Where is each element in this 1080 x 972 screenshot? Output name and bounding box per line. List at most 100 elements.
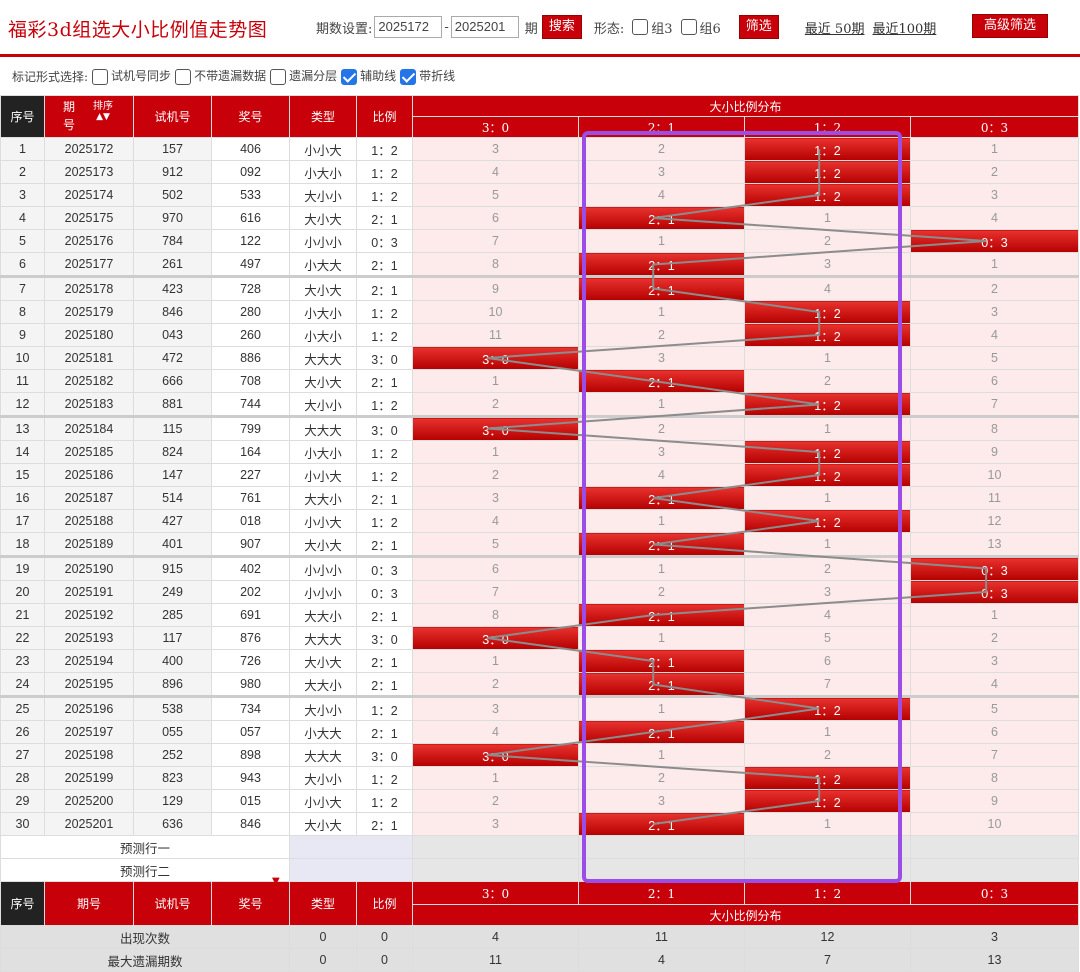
ratio-hit-cell: 0：3 xyxy=(909,580,1080,604)
stats-label: 最大遗漏期数 xyxy=(0,948,290,972)
filter-button[interactable]: 筛选 xyxy=(738,15,779,39)
row-seq: 2 xyxy=(0,160,45,184)
period-label: 期数设置: xyxy=(316,21,373,37)
predict-row-1-cell[interactable] xyxy=(412,835,579,859)
miss-cell: 2 xyxy=(578,416,745,441)
ratio-hit-cell: 1：2 xyxy=(744,183,911,207)
search-button[interactable]: 搜索 xyxy=(541,15,582,39)
predict-row-1-cell[interactable] xyxy=(909,835,1080,859)
row-type: 小大小 xyxy=(289,300,357,324)
row-prize: 744 xyxy=(211,392,290,418)
period-from-input[interactable]: 2025172 xyxy=(374,16,443,38)
ratio-hit-cell: 2：1 xyxy=(578,369,745,393)
foot-type: 类型 xyxy=(289,881,357,926)
row-type: 大小大 xyxy=(289,276,357,301)
predict-row-2-cell[interactable] xyxy=(744,858,911,882)
ratio-hit-cell: 1：2 xyxy=(744,696,911,721)
miss-cell: 3 xyxy=(412,696,579,721)
period-to-input[interactable]: 2025201 xyxy=(450,16,519,38)
predict-row-2-cell[interactable] xyxy=(412,858,579,882)
predict-row-2-cell[interactable] xyxy=(909,858,1080,882)
row-trial: 846 xyxy=(133,300,212,324)
row-type: 大小小 xyxy=(289,183,357,207)
group3-checkbox[interactable] xyxy=(632,19,649,35)
miss-cell: 2 xyxy=(909,626,1080,650)
row-trial: 115 xyxy=(133,416,212,441)
row-ratio: 1：2 xyxy=(356,323,413,347)
table-row: 11 2025182 666 708 大小大 2：1 1 2：1 2 6 xyxy=(0,369,1080,393)
sort-arrows-icon: ▲▼ xyxy=(96,112,110,122)
miss-cell: 1 xyxy=(744,206,911,230)
predict-row-1-cell[interactable] xyxy=(578,835,745,859)
row-type: 大大小 xyxy=(289,672,357,698)
ratio-hit-cell: 0：3 xyxy=(909,229,1080,253)
period-dash: - xyxy=(444,19,449,35)
row-type: 小大小 xyxy=(289,160,357,184)
ratio-hit-cell: 2：1 xyxy=(578,532,745,558)
row-ratio: 1：2 xyxy=(356,183,413,207)
table-row: 21 2025192 285 691 大大小 2：1 8 2：1 4 1 xyxy=(0,603,1080,627)
table-row: 10 2025181 472 886 大大大 3：0 3：0 3 1 5 xyxy=(0,346,1080,370)
row-ratio: 1：2 xyxy=(356,696,413,721)
miss-cell: 6 xyxy=(412,556,579,581)
foot-prize: 奖号 xyxy=(211,881,290,926)
row-seq: 30 xyxy=(0,812,45,836)
miss-cell: 8 xyxy=(909,416,1080,441)
header-col-03: 0：3 xyxy=(909,116,1080,138)
mark-option-checkbox[interactable] xyxy=(92,68,109,85)
foot-period: 期号 xyxy=(44,881,134,926)
row-period: 2025195 xyxy=(44,672,134,698)
row-period: 2025186 xyxy=(44,463,134,487)
group6-checkbox[interactable] xyxy=(680,19,697,35)
stats-value: 11 xyxy=(578,925,745,949)
mark-option-checkbox[interactable] xyxy=(341,68,358,85)
row-seq: 5 xyxy=(0,229,45,253)
table-row: 16 2025187 514 761 大大小 2：1 3 2：1 1 11 xyxy=(0,486,1080,510)
foot-col-12: 1：2 xyxy=(744,881,911,905)
mark-option-checkbox[interactable] xyxy=(175,68,192,85)
row-type: 小大大 xyxy=(289,252,357,278)
row-seq: 23 xyxy=(0,649,45,673)
miss-cell: 8 xyxy=(412,252,579,278)
sort-button[interactable]: 排序 ▲▼ xyxy=(93,102,113,123)
row-period: 2025179 xyxy=(44,300,134,324)
table-row: 13 2025184 115 799 大大大 3：0 3：0 2 1 8 xyxy=(0,416,1080,441)
row-ratio: 3：0 xyxy=(356,346,413,370)
miss-cell: 6 xyxy=(744,649,911,673)
row-seq: 4 xyxy=(0,206,45,230)
predict-row-2-type[interactable] xyxy=(289,858,413,882)
row-trial: 666 xyxy=(133,369,212,393)
recent-100-link[interactable]: 最近100期 xyxy=(872,18,936,37)
group3-label: 组3 xyxy=(651,21,673,37)
miss-cell: 1 xyxy=(744,416,911,441)
row-ratio: 0：3 xyxy=(356,229,413,253)
table-row: 15 2025186 147 227 小小大 1：2 2 4 1：2 10 xyxy=(0,463,1080,487)
row-type: 小大大 xyxy=(289,720,357,744)
row-type: 大小大 xyxy=(289,206,357,230)
miss-cell: 1 xyxy=(744,720,911,744)
miss-cell: 3 xyxy=(909,649,1080,673)
row-period: 2025174 xyxy=(44,183,134,207)
table-row: 27 2025198 252 898 大大大 3：0 3：0 1 2 7 xyxy=(0,743,1080,767)
miss-cell: 2 xyxy=(578,137,745,161)
row-ratio: 1：2 xyxy=(356,766,413,790)
mark-options-bar: 标记形式选择: 试机号同步 不带遗漏数据 遗漏分层 辅助线 带折线 xyxy=(0,57,1080,95)
miss-cell: 4 xyxy=(412,509,579,533)
row-prize: 876 xyxy=(211,626,290,650)
mark-option-checkbox[interactable] xyxy=(400,68,417,85)
ratio-hit-cell: 2：1 xyxy=(578,486,745,510)
mark-option-checkbox[interactable] xyxy=(270,68,287,85)
predict-row-1-type[interactable] xyxy=(289,835,413,859)
miss-cell: 8 xyxy=(412,603,579,627)
predict-row-2-cell[interactable] xyxy=(578,858,745,882)
predict-row-1-cell[interactable] xyxy=(744,835,911,859)
stats-row: 最大遗漏期数 0 0 11 4 7 13 xyxy=(0,948,1080,972)
stats-value: 4 xyxy=(578,948,745,972)
row-period: 2025183 xyxy=(44,392,134,418)
header-period[interactable]: 期 号 排序 ▲▼ xyxy=(44,95,134,138)
row-seq: 24 xyxy=(0,672,45,698)
recent-50-link[interactable]: 最近 50期 xyxy=(805,18,865,37)
predict-row-1-label: 预测行一 xyxy=(0,835,290,859)
ratio-hit-cell: 2：1 xyxy=(578,720,745,744)
advanced-filter-button[interactable]: 高级筛选 xyxy=(972,14,1048,38)
